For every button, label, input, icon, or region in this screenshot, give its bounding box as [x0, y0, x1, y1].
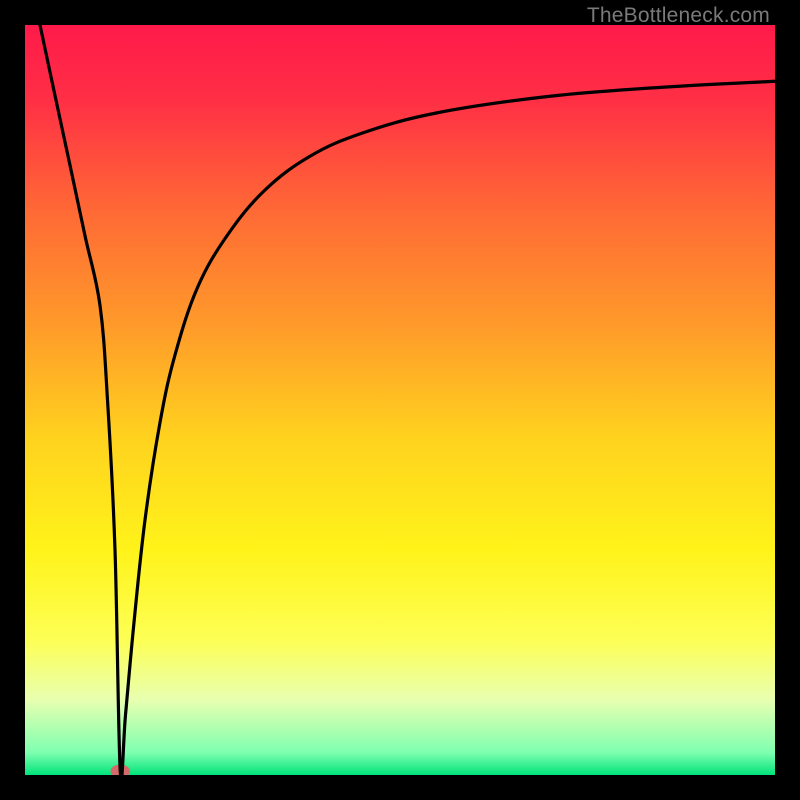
chart-frame	[25, 25, 775, 775]
watermark-text: TheBottleneck.com	[587, 4, 770, 28]
chart-svg	[25, 25, 775, 775]
chart-background	[25, 25, 775, 775]
